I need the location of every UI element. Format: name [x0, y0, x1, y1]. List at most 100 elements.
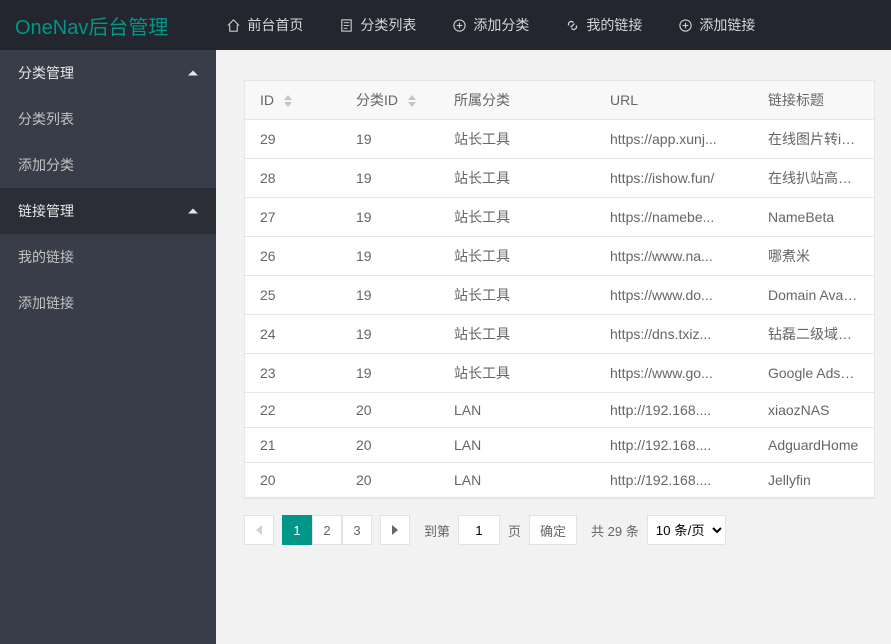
page-number-3[interactable]: 3: [342, 515, 372, 545]
cell-id: 29: [245, 120, 341, 159]
cell-cat: LAN: [439, 428, 595, 463]
page-number-1[interactable]: 1: [282, 515, 312, 545]
cell-cat: 站长工具: [439, 120, 595, 159]
table-row[interactable]: 2319站长工具https://www.go...Google Adsense: [245, 354, 874, 393]
header-url: URL: [595, 81, 753, 120]
cell-title: Domain Availa...: [753, 276, 874, 315]
cell-id: 25: [245, 276, 341, 315]
cell-url: https://www.go...: [595, 354, 753, 393]
page-next-button[interactable]: [380, 515, 410, 545]
table-row[interactable]: 2919站长工具https://app.xunj...在线图片转icon...: [245, 120, 874, 159]
home-icon: [226, 18, 241, 33]
nav-frontend-home[interactable]: 前台首页: [208, 0, 321, 50]
page-number-2[interactable]: 2: [312, 515, 342, 545]
sidebar-group-label: 分类管理: [18, 65, 74, 81]
header-label: ID: [260, 92, 274, 108]
nav-add-category[interactable]: 添加分类: [434, 0, 547, 50]
cell-fid: 20: [341, 393, 439, 428]
cell-title: Jellyfin: [753, 463, 874, 498]
nav-label: 添加链接: [699, 15, 755, 35]
main-area: ID 分类ID 所属分类 URL 链接标题 2919站长工具https://ap…: [216, 50, 891, 644]
links-table: ID 分类ID 所属分类 URL 链接标题 2919站长工具https://ap…: [244, 80, 875, 499]
cell-fid: 19: [341, 198, 439, 237]
nav-my-links[interactable]: 我的链接: [547, 0, 660, 50]
cell-url: http://192.168....: [595, 393, 753, 428]
table-header-row: ID 分类ID 所属分类 URL 链接标题: [245, 81, 874, 120]
header-title: 链接标题: [753, 81, 874, 120]
nav-label: 我的链接: [586, 15, 642, 35]
sidebar-item-category-list[interactable]: 分类列表: [0, 96, 216, 142]
table-row[interactable]: 2120LANhttp://192.168....AdguardHome: [245, 428, 874, 463]
pagination: 123 到第 页 确定 共 29 条 10 条/页: [244, 499, 875, 553]
cell-cat: LAN: [439, 393, 595, 428]
plus-circle-icon: [678, 18, 693, 33]
sort-icon[interactable]: [408, 95, 416, 107]
sidebar-group-category[interactable]: 分类管理: [0, 50, 216, 96]
cell-title: 在线图片转icon...: [753, 120, 874, 159]
cell-id: 21: [245, 428, 341, 463]
header-category: 所属分类: [439, 81, 595, 120]
page-size-select[interactable]: 10 条/页: [647, 515, 726, 545]
cell-id: 28: [245, 159, 341, 198]
sort-icon[interactable]: [284, 95, 292, 107]
cell-fid: 19: [341, 276, 439, 315]
jump-suffix-label: 页: [508, 521, 521, 540]
header-fid[interactable]: 分类ID: [341, 81, 439, 120]
cell-fid: 19: [341, 120, 439, 159]
table-row[interactable]: 2619站长工具https://www.na...哪煮米: [245, 237, 874, 276]
header-id[interactable]: ID: [245, 81, 341, 120]
cell-cat: 站长工具: [439, 159, 595, 198]
table-row[interactable]: 2519站长工具https://www.do...Domain Availa..…: [245, 276, 874, 315]
sidebar: 分类管理 分类列表 添加分类 链接管理 我的链接 添加链接: [0, 50, 216, 644]
doc-icon: [339, 18, 354, 33]
nav-add-link[interactable]: 添加链接: [660, 0, 773, 50]
cell-url: https://ishow.fun/: [595, 159, 753, 198]
cell-title: 在线扒站高级版: [753, 159, 874, 198]
cell-id: 27: [245, 198, 341, 237]
nav-category-list[interactable]: 分类列表: [321, 0, 434, 50]
sidebar-group-links[interactable]: 链接管理: [0, 188, 216, 234]
cell-id: 22: [245, 393, 341, 428]
cell-fid: 19: [341, 159, 439, 198]
cell-url: https://app.xunj...: [595, 120, 753, 159]
cell-cat: 站长工具: [439, 276, 595, 315]
link-icon: [565, 18, 580, 33]
cell-title: AdguardHome: [753, 428, 874, 463]
table-row[interactable]: 2819站长工具https://ishow.fun/在线扒站高级版: [245, 159, 874, 198]
cell-url: https://dns.txiz...: [595, 315, 753, 354]
chevron-right-icon: [392, 525, 398, 535]
page-confirm-button[interactable]: 确定: [529, 515, 577, 545]
table-row[interactable]: 2020LANhttp://192.168....Jellyfin: [245, 463, 874, 498]
chevron-up-icon: [188, 209, 198, 214]
cell-cat: LAN: [439, 463, 595, 498]
cell-title: Google Adsense: [753, 354, 874, 393]
cell-title: NameBeta: [753, 198, 874, 237]
cell-fid: 19: [341, 237, 439, 276]
cell-fid: 19: [341, 354, 439, 393]
table-row[interactable]: 2719站长工具https://namebe...NameBeta: [245, 198, 874, 237]
cell-url: http://192.168....: [595, 428, 753, 463]
cell-title: xiaozNAS: [753, 393, 874, 428]
cell-fid: 20: [341, 428, 439, 463]
sidebar-item-add-link[interactable]: 添加链接: [0, 280, 216, 326]
sidebar-group-label: 链接管理: [18, 203, 74, 219]
cell-title: 哪煮米: [753, 237, 874, 276]
cell-cat: 站长工具: [439, 198, 595, 237]
nav-label: 前台首页: [247, 15, 303, 35]
chevron-left-icon: [256, 525, 262, 535]
sidebar-item-my-links[interactable]: 我的链接: [0, 234, 216, 280]
cell-fid: 19: [341, 315, 439, 354]
header-label: 分类ID: [356, 92, 398, 108]
cell-url: https://www.do...: [595, 276, 753, 315]
cell-url: https://namebe...: [595, 198, 753, 237]
page-prev-button[interactable]: [244, 515, 274, 545]
sidebar-item-add-category[interactable]: 添加分类: [0, 142, 216, 188]
cell-url: http://192.168....: [595, 463, 753, 498]
nav-label: 分类列表: [360, 15, 416, 35]
table-row[interactable]: 2419站长工具https://dns.txiz...钻磊二级域名...: [245, 315, 874, 354]
chevron-up-icon: [188, 71, 198, 76]
total-count-label: 共 29 条: [591, 521, 639, 540]
table-row[interactable]: 2220LANhttp://192.168....xiaozNAS: [245, 393, 874, 428]
cell-cat: 站长工具: [439, 315, 595, 354]
page-jump-input[interactable]: [458, 515, 500, 545]
